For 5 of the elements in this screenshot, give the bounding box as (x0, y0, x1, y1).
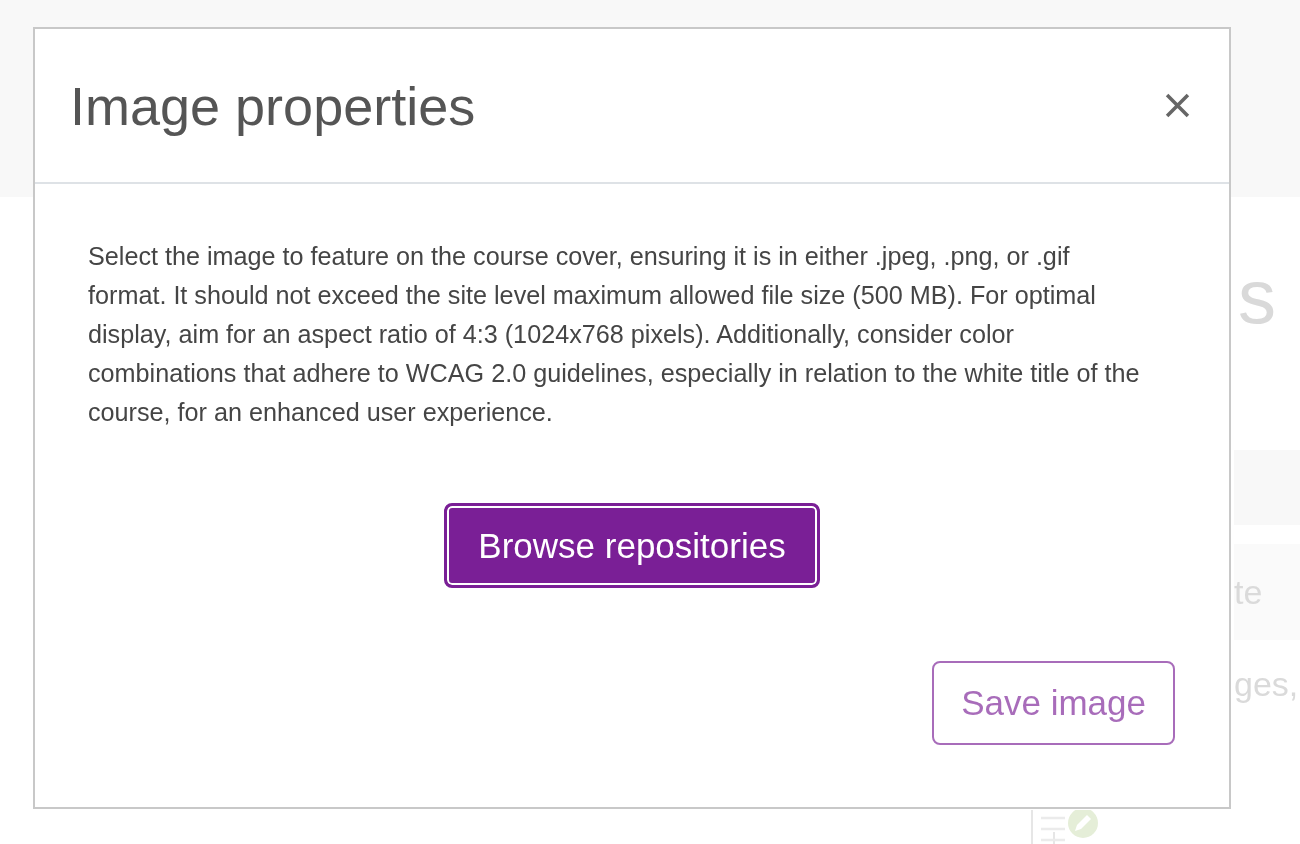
dialog-description: Select the image to feature on the course cover, ensuring it is in either .jpeg, .png, or .gif format. It should not exceed the site level maximum allowed file size (500 MB). For optimal display, aim for an aspect ratio of 4:3 (1024x768 pixels). Additionally, consider color combinations that adhere to WCAG 2.0 guidelines, especially in relation to the white title of the course, for an enhanced user experience. (88, 241, 1141, 428)
browse-repositories-button[interactable]: Browse repositories (444, 503, 820, 588)
dialog-title: Image properties (70, 74, 476, 137)
close-icon (1165, 93, 1190, 118)
close-button[interactable] (1165, 93, 1190, 118)
